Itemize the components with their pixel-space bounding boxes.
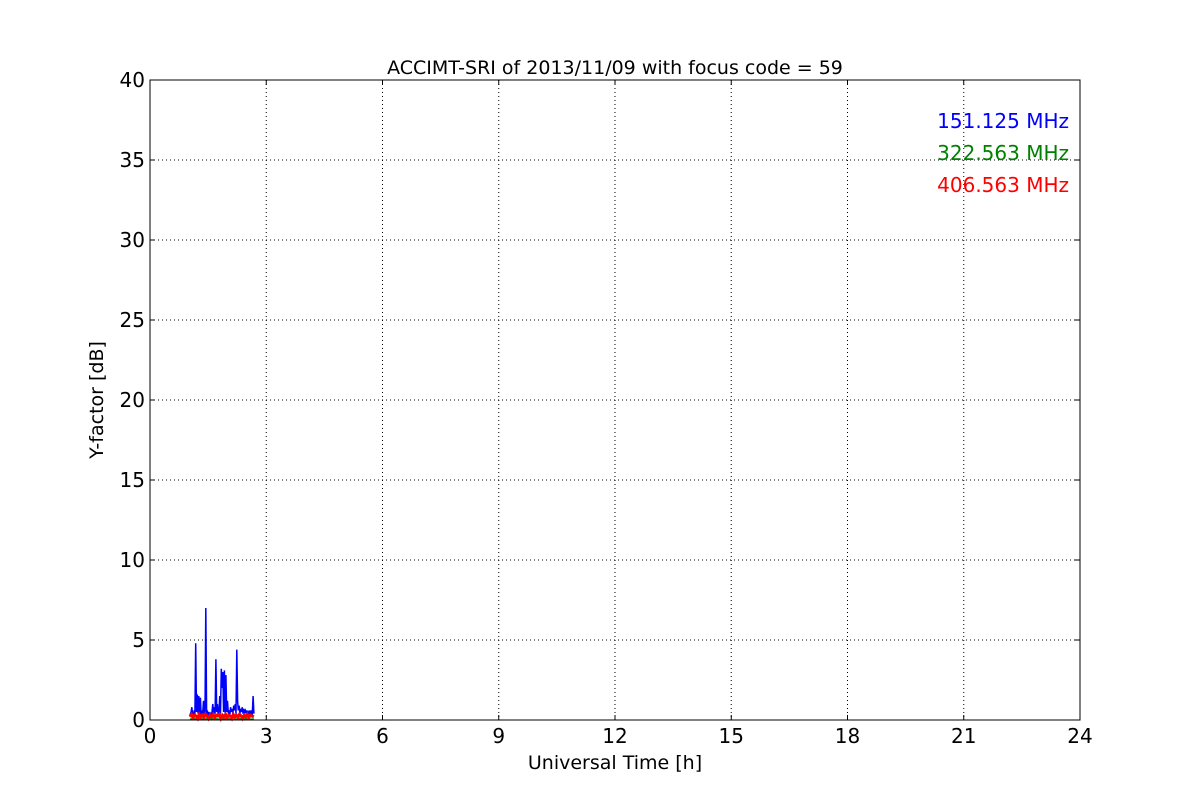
y-tick-label: 40 — [120, 68, 145, 92]
y-tick-label: 15 — [120, 468, 145, 492]
x-tick-label: 6 — [376, 724, 389, 748]
y-tick-label: 35 — [120, 148, 145, 172]
legend-entry-0: 151.125 MHz — [937, 109, 1069, 133]
y-tick-label: 10 — [120, 548, 145, 572]
x-tick-label: 15 — [719, 724, 744, 748]
y-tick-label: 0 — [132, 708, 145, 732]
x-tick-label: 0 — [144, 724, 157, 748]
legend-entry-1: 322.563 MHz — [937, 141, 1069, 165]
x-tick-label: 3 — [260, 724, 273, 748]
x-tick-label: 18 — [835, 724, 860, 748]
legend-entry-2: 406.563 MHz — [937, 173, 1069, 197]
x-axis-label: Universal Time [h] — [528, 752, 702, 774]
y-tick-label: 30 — [120, 228, 145, 252]
x-tick-label: 21 — [951, 724, 976, 748]
x-tick-label: 12 — [602, 724, 627, 748]
x-tick-label: 9 — [492, 724, 505, 748]
x-tick-label: 24 — [1067, 724, 1092, 748]
y-axis-label: Y-factor [dB] — [86, 341, 108, 460]
y-tick-label: 5 — [132, 628, 145, 652]
chart-canvas: ACCIMT-SRI of 2013/11/09 with focus code… — [0, 0, 1200, 800]
chart-title: ACCIMT-SRI of 2013/11/09 with focus code… — [387, 57, 843, 79]
series-line-2 — [188, 711, 255, 723]
legend: 151.125 MHz 322.563 MHz 406.563 MHz — [937, 109, 1069, 197]
y-tick-label: 20 — [120, 388, 145, 412]
y-tick-label: 25 — [120, 308, 145, 332]
